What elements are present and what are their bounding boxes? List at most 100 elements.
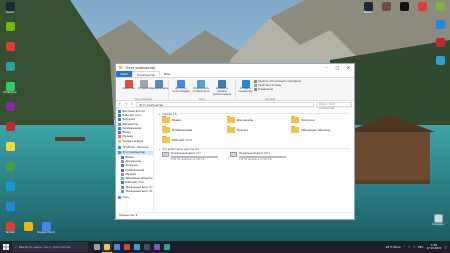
- desktop-shortcut[interactable]: [2, 22, 18, 38]
- image-icon: [118, 126, 121, 130]
- chevron-up-icon[interactable]: ˄: [403, 245, 404, 249]
- network-icon[interactable]: ◠: [408, 245, 410, 249]
- forward-icon[interactable]: →: [124, 102, 128, 106]
- nav-item-label: Этот компьютер: [122, 151, 146, 155]
- nav-item-label: Локальный диск (D:): [125, 189, 154, 193]
- system-properties-link[interactable]: Свойства системы: [254, 84, 301, 87]
- nav-item-label: Загрузки: [125, 164, 138, 168]
- back-icon[interactable]: ←: [118, 102, 122, 106]
- drive-item[interactable]: Локальный диск (D:) 712 ГБ свободно из 93…: [230, 151, 286, 161]
- add-network-location-button[interactable]: Добавить сетевое расположение: [212, 80, 232, 96]
- close-button[interactable]: ✕: [343, 64, 354, 71]
- taskbar-app[interactable]: [142, 241, 152, 253]
- folder-item[interactable]: Документы: [226, 116, 286, 124]
- minimize-button[interactable]: –: [321, 64, 332, 71]
- desktop-shortcut[interactable]: [432, 2, 448, 18]
- nav-item[interactable]: OneDrive - Personal: [116, 145, 153, 149]
- language-indicator[interactable]: РУС: [418, 245, 423, 249]
- manage-link[interactable]: Управление: [254, 88, 301, 91]
- desktop-shortcut[interactable]: WhatsApp: [2, 82, 18, 98]
- desktop-shortcut[interactable]: Yandex: [2, 222, 18, 238]
- open-settings-button[interactable]: Открыть параметры: [238, 80, 253, 94]
- window-title: Этот компьютер: [126, 65, 156, 70]
- up-icon[interactable]: ↑: [130, 102, 134, 106]
- whatsapp-icon: [5, 82, 15, 91]
- taskbar-app[interactable]: [162, 241, 172, 253]
- folder-item[interactable]: Видео: [162, 116, 221, 124]
- nav-item-label: OneDrive - Personal: [122, 145, 149, 149]
- 3d-icon: [121, 177, 124, 181]
- desktop-shortcut[interactable]: Steam: [360, 2, 376, 18]
- download-icon: [121, 164, 124, 168]
- app-icon: [5, 62, 15, 71]
- star-icon: [118, 109, 121, 113]
- desktop-shortcut[interactable]: [2, 102, 18, 118]
- taskbar-search[interactable]: ⌕ Введите здесь текст для поиска: [12, 242, 88, 252]
- uninstall-program-link[interactable]: Удалить или изменить программу: [254, 80, 301, 83]
- yandex-icon: [5, 222, 15, 231]
- desktop-shortcut[interactable]: [2, 122, 18, 138]
- clock[interactable]: 1:38 27.10.2022: [426, 244, 441, 250]
- taskbar-app[interactable]: [102, 241, 112, 253]
- nav-item[interactable]: Сеть: [116, 195, 153, 199]
- desktop-recycle-bin[interactable]: Корзина: [430, 214, 446, 230]
- search-input[interactable]: Поиск: Этот компьютер: [316, 101, 352, 110]
- group-label-location: Расположение: [134, 98, 153, 101]
- desktop-shortcut[interactable]: [378, 2, 394, 18]
- desktop-shortcut-label: Google Chrome: [37, 231, 55, 234]
- folder-icon: [162, 116, 170, 123]
- nav-item-label: Локальный диск (C:): [125, 185, 154, 189]
- taskbar-app[interactable]: [112, 241, 122, 253]
- desktop-shortcut[interactable]: [2, 42, 18, 58]
- desktop-shortcut[interactable]: [2, 142, 18, 158]
- folder-item[interactable]: Изображения: [162, 126, 221, 134]
- desktop-shortcut[interactable]: [396, 2, 412, 18]
- rename-button[interactable]: Переименовать: [149, 80, 168, 91]
- desktop-shortcut[interactable]: [2, 62, 18, 78]
- chrome-icon: [41, 222, 51, 231]
- nav-item-label: Изображения: [122, 126, 142, 130]
- taskbar-app[interactable]: [132, 241, 142, 253]
- app-icon: [381, 2, 391, 11]
- weather-widget[interactable]: 16°C Ясно: [386, 245, 401, 249]
- desktop-shortcut[interactable]: [414, 2, 430, 18]
- app-icon: [435, 2, 445, 11]
- desktop-shortcut[interactable]: [2, 182, 18, 198]
- start-button[interactable]: [0, 241, 11, 253]
- drive-item[interactable]: Локальный диск (C:) 6,63 ГБ свободно из 2…: [162, 151, 218, 161]
- taskbar-app[interactable]: [152, 241, 162, 253]
- desktop-shortcut[interactable]: [2, 162, 18, 178]
- task-view-icon: [94, 244, 100, 250]
- folder-item[interactable]: Рабочий стол: [162, 136, 221, 144]
- nav-item[interactable]: Локальный диск (D:): [116, 189, 153, 193]
- ribbon: Свойства Открыть Переименовать Расположе…: [116, 77, 354, 101]
- folder-item[interactable]: Объемные объекты: [291, 126, 350, 134]
- folder-item[interactable]: Музыка: [226, 126, 286, 134]
- taskbar-app[interactable]: [92, 241, 102, 253]
- folder-label: Объемные объекты: [301, 128, 331, 132]
- desktop-shortcut[interactable]: [20, 222, 36, 238]
- desktop-shortcut[interactable]: Steam: [2, 2, 18, 18]
- desktop-shortcut[interactable]: [2, 202, 18, 218]
- folder-icon: [119, 66, 122, 69]
- folder-item[interactable]: Загрузки: [291, 116, 350, 124]
- video-icon: [118, 131, 121, 135]
- maximize-button[interactable]: □: [332, 64, 343, 71]
- document-icon: [121, 159, 124, 163]
- taskbar-app[interactable]: [122, 241, 132, 253]
- folder-label: Видео: [172, 118, 182, 122]
- volume-icon[interactable]: ♪: [413, 245, 415, 249]
- nav-item[interactable]: Снимки экрана: [116, 139, 153, 143]
- map-drive-button[interactable]: Подключить сетевой диск: [192, 80, 210, 94]
- desktop-shortcut[interactable]: [432, 38, 448, 54]
- properties-button[interactable]: Свойства: [122, 80, 135, 91]
- desktop-shortcut[interactable]: [432, 56, 448, 72]
- media-access-button[interactable]: Доступ к мультимедиа: [172, 80, 190, 94]
- nav-item-label: Быстрый доступ: [122, 109, 146, 113]
- desktop-shortcut[interactable]: Google Chrome: [37, 222, 55, 238]
- notification-icon[interactable]: ▢: [444, 245, 447, 249]
- address-bar[interactable]: Этот компьютер: [136, 101, 314, 107]
- folder-icon: [162, 136, 170, 143]
- app-icon: [154, 244, 160, 250]
- desktop-shortcut[interactable]: [432, 20, 448, 36]
